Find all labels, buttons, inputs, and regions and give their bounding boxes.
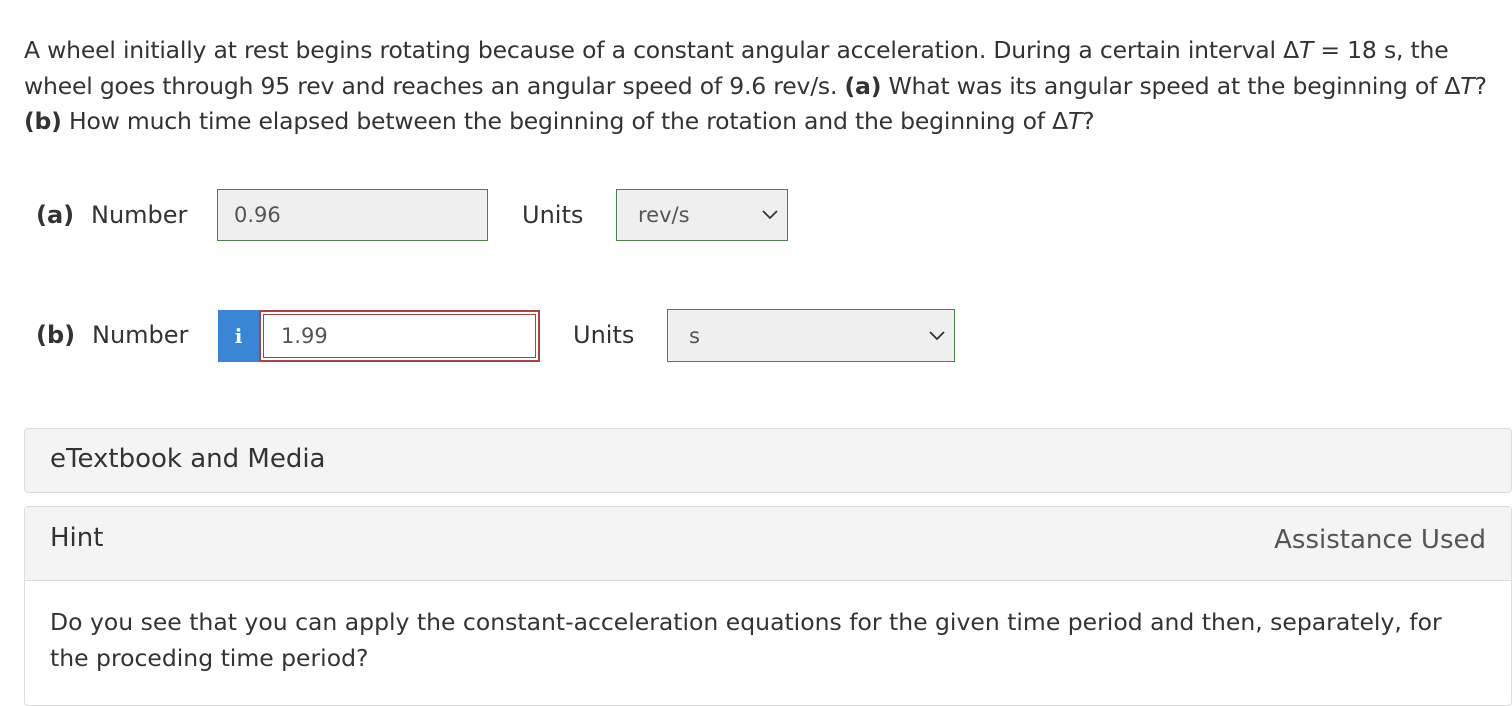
info-icon[interactable]: i: [218, 310, 259, 362]
part-b-tag: (b): [24, 107, 62, 135]
part-a-units-value: rev/s: [638, 203, 690, 227]
part-a-number-input[interactable]: 0.96: [217, 189, 488, 241]
question-text: A wheel initially at rest begins rotatin…: [24, 36, 1487, 135]
part-b-label: (b): [36, 321, 76, 349]
etextbook-panel[interactable]: eTextbook and Media: [24, 428, 1512, 493]
assistance-used-label: Assistance Used: [1274, 525, 1486, 555]
hint-body-text: Do you see that you can apply the consta…: [50, 608, 1442, 672]
chevron-down-icon: [929, 330, 945, 340]
part-a-units-label: Units: [522, 201, 584, 229]
hint-title: Hint: [50, 523, 104, 553]
chevron-down-icon: [762, 210, 778, 220]
part-b-units-label: Units: [573, 321, 635, 349]
part-b-units-select[interactable]: s: [667, 309, 955, 362]
part-b-number-label: Number: [92, 321, 189, 349]
part-b-units-value: s: [689, 323, 700, 348]
part-b-number-input[interactable]: 1.99: [259, 310, 540, 362]
part-a-label: (a): [36, 201, 75, 229]
hint-panel: Hint Assistance Used Do you see that you…: [24, 506, 1512, 706]
part-a-tag: (a): [844, 71, 882, 100]
part-a-units-select[interactable]: rev/s: [616, 189, 788, 241]
part-a-number-label: Number: [91, 201, 188, 229]
hint-header[interactable]: Hint Assistance Used: [25, 507, 1511, 581]
etextbook-title: eTextbook and Media: [50, 444, 326, 474]
